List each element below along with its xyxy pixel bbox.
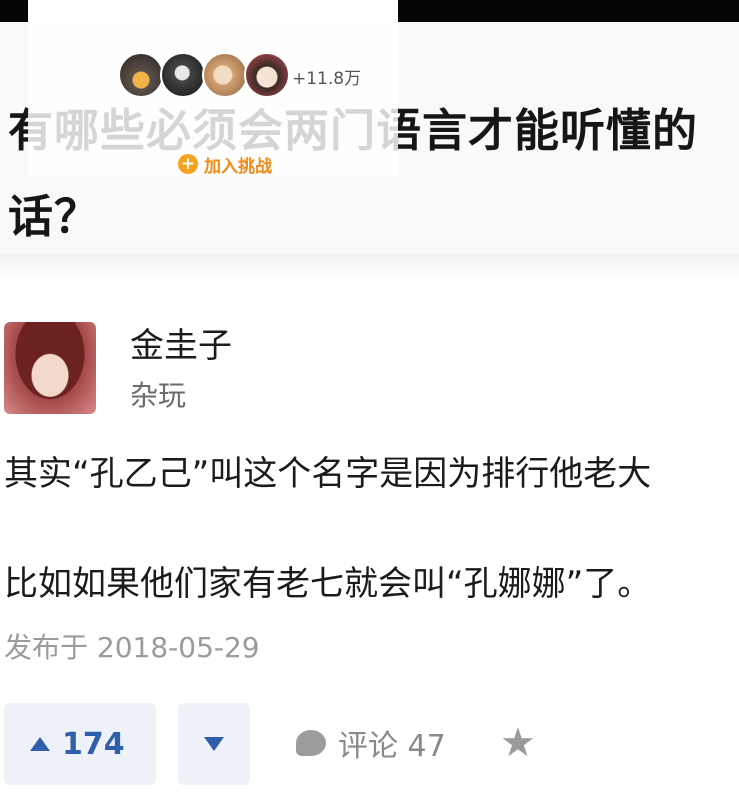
participant-avatar [244, 52, 290, 98]
comment-icon [296, 730, 326, 756]
upvote-count: 174 [62, 726, 125, 762]
status-bar-overlay [28, 0, 398, 22]
section-divider [0, 254, 739, 280]
answer-paragraph: 其实“孔乙己”叫这个名字是因为排行他老大 [4, 454, 652, 494]
challenge-card: +11.8万 + 加入挑战 [28, 22, 398, 178]
publish-date: 发布于 2018-05-29 [4, 631, 260, 664]
avatar[interactable] [4, 322, 96, 414]
status-bar [0, 0, 739, 22]
upvote-icon [30, 737, 50, 751]
upvote-button[interactable]: 174 [4, 703, 156, 785]
star-icon[interactable]: ★ [500, 720, 536, 766]
author-name[interactable]: 金圭子 [130, 318, 232, 367]
downvote-button[interactable] [178, 703, 250, 785]
participant-count: +11.8万 [292, 69, 362, 89]
comment-label: 评论 47 [338, 729, 446, 764]
participant-avatars [118, 52, 290, 102]
participant-avatar [160, 52, 206, 98]
author-tag: 杂玩 [130, 379, 187, 412]
answer-paragraph: 比如如果他们家有老七就会叫“孔娜娜”了。 [4, 564, 652, 604]
comment-button[interactable]: 评论 47 [296, 720, 446, 766]
downvote-icon [204, 737, 224, 751]
join-challenge-button[interactable]: + 加入挑战 [178, 150, 272, 178]
participant-avatar [202, 52, 248, 98]
join-challenge-label: 加入挑战 [204, 156, 272, 177]
participant-avatar [118, 52, 164, 98]
plus-icon: + [178, 154, 198, 174]
